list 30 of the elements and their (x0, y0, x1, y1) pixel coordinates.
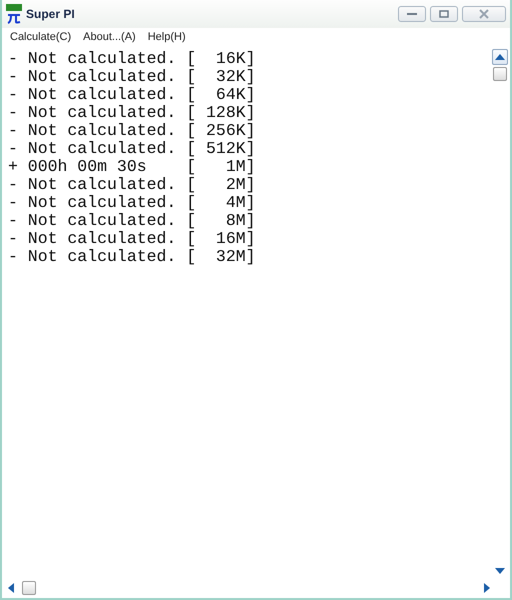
up-arrow-icon (495, 54, 505, 60)
scrollbar-thumb[interactable] (22, 581, 36, 595)
minimize-icon (407, 12, 417, 16)
scroll-down-icon[interactable] (495, 568, 505, 574)
result-line: - Not calculated. [ 4M] (8, 194, 256, 212)
result-line: - Not calculated. [ 512K] (8, 140, 256, 158)
close-button[interactable] (462, 6, 506, 22)
result-line: - Not calculated. [ 32M] (8, 248, 256, 266)
app-icon (6, 4, 22, 24)
close-icon (479, 9, 489, 19)
result-line: - Not calculated. [ 8M] (8, 212, 256, 230)
window-title: Super PI (26, 6, 75, 23)
result-line: - Not calculated. [ 2M] (8, 176, 256, 194)
maximize-icon (439, 10, 449, 18)
maximize-button[interactable] (430, 6, 458, 22)
menu-item[interactable]: Help(H) (148, 28, 186, 46)
scroll-up-button[interactable] (492, 49, 508, 65)
minimize-button[interactable] (398, 6, 426, 22)
scroll-right-icon[interactable] (484, 583, 490, 593)
result-line: - Not calculated. [ 16K] (8, 50, 256, 68)
scroll-left-icon[interactable] (8, 583, 14, 593)
result-line: - Not calculated. [ 128K] (8, 104, 256, 122)
scrollbar-thumb[interactable] (493, 67, 507, 81)
result-line: - Not calculated. [ 16M] (8, 230, 256, 248)
menu-item[interactable]: About...(A) (83, 28, 136, 46)
result-line: + 000h 00m 30s [ 1M] (8, 158, 256, 176)
menu-item[interactable]: Calculate(C) (10, 28, 72, 46)
result-line: - Not calculated. [ 32K] (8, 68, 256, 86)
result-line: - Not calculated. [ 64K] (8, 86, 256, 104)
result-line: - Not calculated. [ 256K] (8, 122, 256, 140)
